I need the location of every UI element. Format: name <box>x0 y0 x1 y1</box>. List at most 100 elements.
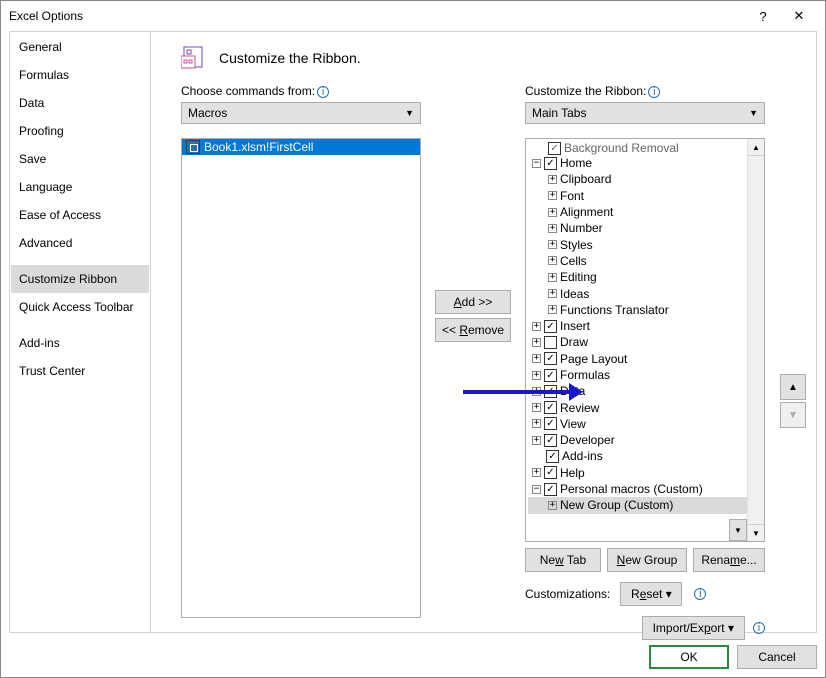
sidebar-item[interactable]: Customize Ribbon <box>11 265 149 293</box>
new-tab-button[interactable]: New Tab <box>525 548 601 572</box>
chevron-down-icon: ▼ <box>405 108 414 118</box>
tree-node[interactable]: −✓Personal macros (Custom) <box>528 481 764 497</box>
checkbox[interactable]: ✓ <box>544 417 557 430</box>
expand-icon[interactable]: + <box>532 322 541 331</box>
expand-icon[interactable]: + <box>548 224 557 233</box>
expand-icon[interactable]: + <box>548 256 557 265</box>
checkbox[interactable]: ✓ <box>544 466 557 479</box>
expand-icon[interactable]: + <box>532 354 541 363</box>
sidebar-item[interactable]: Quick Access Toolbar <box>11 293 149 321</box>
expand-icon[interactable]: + <box>548 175 557 184</box>
commands-listbox[interactable]: Book1.xlsm!FirstCell <box>181 138 421 618</box>
new-group-button[interactable]: New Group <box>607 548 687 572</box>
sidebar-item[interactable]: Language <box>11 173 149 201</box>
tree-node[interactable]: ✓Add-ins <box>528 448 764 464</box>
tree-node[interactable]: +✓Page Layout <box>528 351 764 367</box>
tree-node[interactable]: +Alignment <box>528 204 764 220</box>
tree-node[interactable]: ✓Background Removal <box>528 141 764 155</box>
ribbon-scope-combo[interactable]: Main Tabs▼ <box>525 102 765 124</box>
tree-node[interactable]: +✓Help <box>528 465 764 481</box>
expand-icon[interactable]: + <box>548 240 557 249</box>
expand-icon[interactable]: − <box>532 485 541 494</box>
tree-node[interactable]: +Font <box>528 188 764 204</box>
sidebar-item[interactable]: Save <box>11 145 149 173</box>
checkbox[interactable]: ✓ <box>544 157 557 170</box>
ribbon-tree[interactable]: ✓Background Removal−✓Home+Clipboard+Font… <box>525 138 765 542</box>
expand-icon[interactable]: + <box>532 387 541 396</box>
expand-icon[interactable]: + <box>548 273 557 282</box>
reset-dropdown[interactable]: Reset ▾ <box>620 582 682 606</box>
expand-icon[interactable]: + <box>532 338 541 347</box>
sidebar-item[interactable]: Advanced <box>11 229 149 257</box>
remove-button[interactable]: << Remove <box>435 318 511 342</box>
move-down-button: ▼ <box>780 402 806 428</box>
import-export-dropdown[interactable]: Import/Export ▾ <box>642 616 745 640</box>
checkbox[interactable] <box>544 336 557 349</box>
expand-icon[interactable]: + <box>532 436 541 445</box>
tree-scrollbar[interactable]: ▲ ▼ <box>747 139 764 541</box>
tree-node[interactable]: +Editing <box>528 269 764 285</box>
checkbox[interactable]: ✓ <box>544 320 557 333</box>
checkbox[interactable]: ✓ <box>544 352 557 365</box>
tree-item-dropdown[interactable]: ▼ <box>729 519 747 541</box>
expand-icon[interactable]: + <box>548 289 557 298</box>
sidebar-item[interactable]: General <box>11 33 149 61</box>
tree-node[interactable]: +Clipboard <box>528 171 764 187</box>
help-button[interactable]: ? <box>745 1 781 31</box>
expand-icon[interactable]: + <box>548 208 557 217</box>
cancel-button[interactable]: Cancel <box>737 645 817 669</box>
sidebar-item[interactable]: Proofing <box>11 117 149 145</box>
tree-node[interactable]: +Number <box>528 220 764 236</box>
tree-node[interactable]: +✓Review <box>528 399 764 415</box>
tree-node[interactable]: +✓Insert <box>528 318 764 334</box>
commands-from-combo[interactable]: Macros▼ <box>181 102 421 124</box>
sidebar-item[interactable]: Data <box>11 89 149 117</box>
checkbox[interactable]: ✓ <box>544 369 557 382</box>
checkbox[interactable]: ✓ <box>544 385 557 398</box>
checkbox[interactable]: ✓ <box>544 483 557 496</box>
expand-icon[interactable]: + <box>548 191 557 200</box>
info-icon[interactable]: i <box>694 588 706 600</box>
info-icon[interactable]: i <box>753 622 765 634</box>
tree-node[interactable]: +New Group (Custom) <box>528 497 747 513</box>
tree-node[interactable]: +✓View <box>528 416 764 432</box>
checkbox[interactable]: ✓ <box>546 450 559 463</box>
checkbox[interactable]: ✓ <box>544 401 557 414</box>
sidebar-item[interactable]: Ease of Access <box>11 201 149 229</box>
expand-icon[interactable]: + <box>532 419 541 428</box>
expand-icon[interactable]: + <box>548 305 557 314</box>
tree-node[interactable]: +Styles <box>528 236 764 252</box>
tree-node[interactable]: −✓Home <box>528 155 764 171</box>
tree-node[interactable]: +✓Developer <box>528 432 764 448</box>
rename-button[interactable]: Rename... <box>693 548 765 572</box>
ok-button[interactable]: OK <box>649 645 729 669</box>
sidebar-item[interactable]: Trust Center <box>11 357 149 385</box>
close-button[interactable]: ✕ <box>781 1 817 31</box>
add-button[interactable]: Add >> <box>435 290 511 314</box>
sidebar-item[interactable]: Formulas <box>11 61 149 89</box>
move-up-button[interactable]: ▲ <box>780 374 806 400</box>
sidebar-item[interactable]: Add-ins <box>11 329 149 357</box>
tree-node[interactable]: +Cells <box>528 253 764 269</box>
expand-icon[interactable]: + <box>532 468 541 477</box>
tree-node[interactable]: +✓Data <box>528 383 764 399</box>
tree-node[interactable]: +Functions Translator <box>528 302 764 318</box>
scroll-up-icon[interactable]: ▲ <box>748 139 764 156</box>
checkbox[interactable]: ✓ <box>548 142 561 155</box>
expand-icon[interactable]: − <box>532 159 541 168</box>
info-icon[interactable]: i <box>317 86 329 98</box>
tree-label: Page Layout <box>560 352 627 366</box>
customizations-label: Customizations: <box>525 587 610 601</box>
macro-item[interactable]: Book1.xlsm!FirstCell <box>182 139 420 155</box>
expand-icon[interactable]: + <box>532 403 541 412</box>
tree-node[interactable]: +✓Formulas <box>528 367 764 383</box>
info-icon[interactable]: i <box>648 86 660 98</box>
tree-node[interactable]: +Ideas <box>528 285 764 301</box>
tree-node[interactable]: +Draw <box>528 334 764 350</box>
checkbox[interactable]: ✓ <box>544 434 557 447</box>
tree-label: Alignment <box>560 205 613 219</box>
scroll-down-icon[interactable]: ▼ <box>748 524 764 541</box>
category-sidebar: GeneralFormulasDataProofingSaveLanguageE… <box>9 31 151 633</box>
expand-icon[interactable]: + <box>548 501 557 510</box>
expand-icon[interactable]: + <box>532 371 541 380</box>
